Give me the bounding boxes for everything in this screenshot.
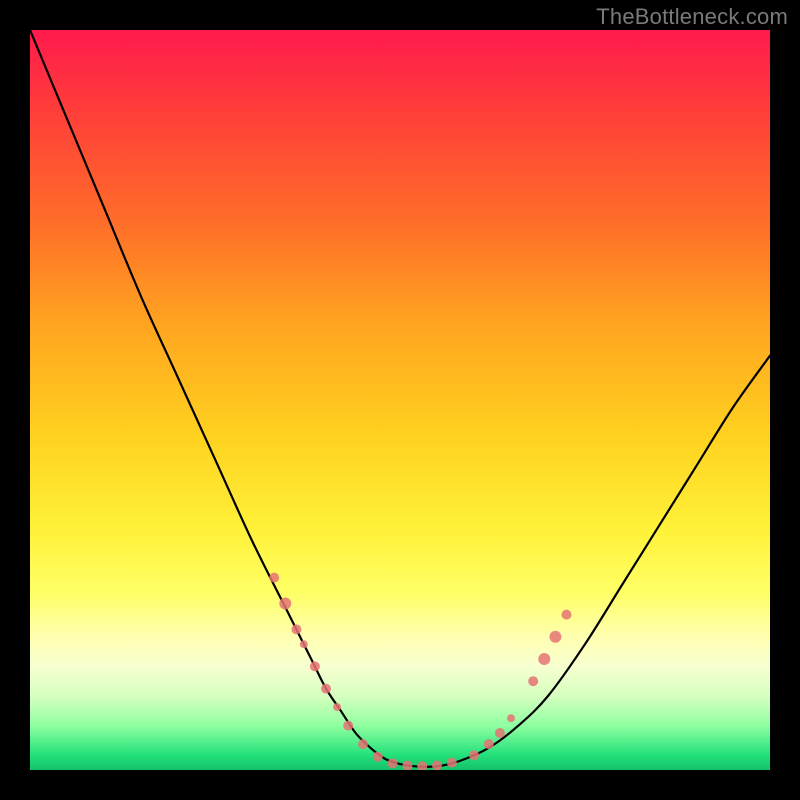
bead — [562, 610, 572, 620]
bead — [343, 721, 353, 731]
bead — [484, 739, 494, 749]
plot-area — [30, 30, 770, 770]
bottleneck-curve — [30, 30, 770, 767]
bead — [507, 714, 515, 722]
bead — [495, 728, 505, 738]
bead — [321, 684, 331, 694]
bead — [291, 624, 301, 634]
bead — [538, 653, 550, 665]
outer-frame: TheBottleneck.com — [0, 0, 800, 800]
chart-svg — [30, 30, 770, 770]
bead — [310, 661, 320, 671]
watermark-text: TheBottleneck.com — [596, 4, 788, 30]
bead — [549, 631, 561, 643]
bead — [279, 598, 291, 610]
bead — [388, 758, 398, 768]
bead — [528, 676, 538, 686]
bead — [300, 640, 308, 648]
bead — [358, 739, 368, 749]
bead — [432, 761, 442, 770]
bead — [469, 750, 479, 760]
bead — [402, 761, 412, 770]
bead — [269, 573, 279, 583]
bead — [333, 703, 341, 711]
bead — [417, 761, 427, 770]
bead — [373, 752, 383, 762]
highlight-beads — [269, 573, 571, 770]
bead — [447, 758, 457, 768]
